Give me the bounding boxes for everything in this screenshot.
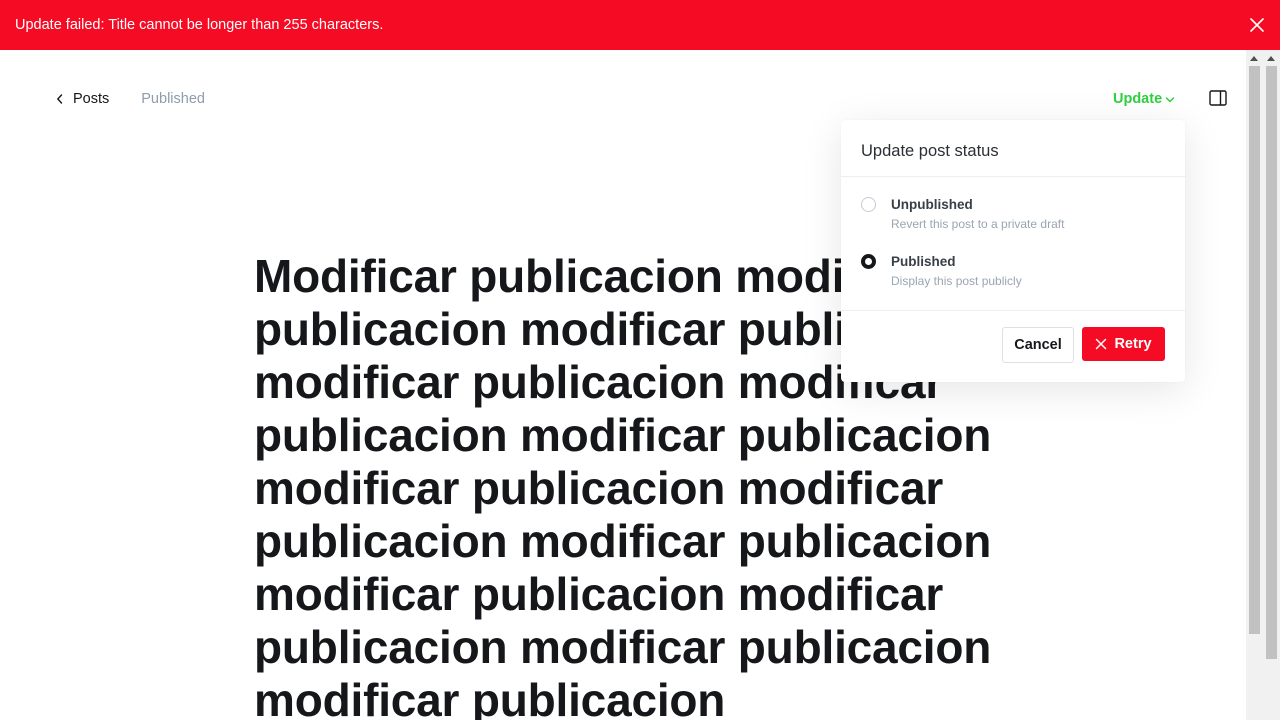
update-button-label: Update — [1113, 91, 1163, 107]
scrollbar-thumb[interactable] — [1266, 66, 1277, 659]
scroll-up-icon[interactable] — [1250, 56, 1258, 61]
sidebar-toggle-icon[interactable] — [1209, 90, 1227, 106]
scrollbar-thumb[interactable] — [1249, 66, 1260, 634]
retry-button-label: Retry — [1114, 336, 1152, 352]
back-to-posts-link[interactable]: Posts — [73, 91, 109, 107]
close-icon[interactable] — [1248, 16, 1266, 34]
cancel-button[interactable]: Cancel — [1002, 327, 1074, 363]
post-status-label: Published — [141, 91, 205, 107]
option-label: Published — [891, 254, 956, 269]
option-description: Revert this post to a private draft — [891, 217, 1065, 231]
retry-button[interactable]: Retry — [1082, 327, 1165, 361]
update-button[interactable]: Update — [1113, 91, 1175, 107]
alert-message: Update failed: Title cannot be longer th… — [15, 17, 384, 33]
chevron-down-icon — [1165, 97, 1175, 103]
chevron-left-icon[interactable] — [55, 93, 65, 105]
breadcrumb: Posts Published — [55, 91, 205, 107]
option-unpublished[interactable]: Unpublished Revert this post to a privat… — [841, 197, 1185, 254]
popover-title: Update post status — [841, 120, 1185, 177]
scrollbar[interactable] — [1246, 50, 1280, 720]
update-status-popover: Update post status Unpublished Revert th… — [841, 120, 1185, 382]
scroll-up-icon[interactable] — [1267, 56, 1275, 61]
radio-published[interactable] — [861, 254, 876, 269]
radio-unpublished[interactable] — [861, 197, 876, 212]
option-published[interactable]: Published Display this post publicly — [841, 254, 1185, 311]
status-options: Unpublished Revert this post to a privat… — [841, 177, 1185, 311]
option-label: Unpublished — [891, 197, 973, 212]
error-alert-banner: Update failed: Title cannot be longer th… — [0, 0, 1280, 50]
option-description: Display this post publicly — [891, 274, 1022, 288]
x-icon — [1096, 338, 1107, 350]
